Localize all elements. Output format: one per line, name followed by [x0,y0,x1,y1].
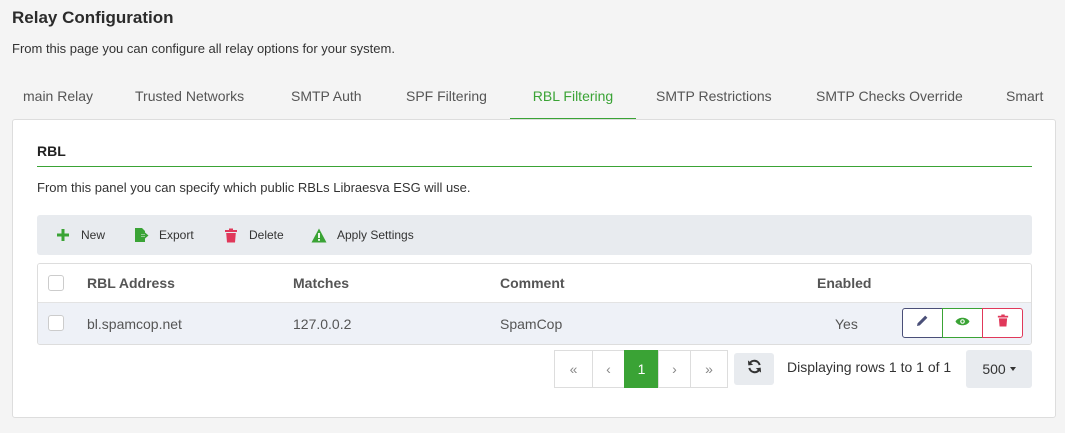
tab-smtp-restrictions[interactable]: SMTP Restrictions [656,76,772,120]
plus-icon [55,227,71,243]
row-checkbox[interactable] [48,315,64,331]
new-label: New [81,228,106,242]
panel-title: RBL [37,143,66,159]
export-file-icon [133,227,149,243]
column-header-enabled[interactable]: Enabled [817,264,871,303]
last-page-button[interactable]: » [690,350,728,388]
table-row[interactable]: bl.spamcop.net 127.0.0.2 SpamCop Yes [38,303,1031,344]
tab-trusted-networks[interactable]: Trusted Networks [135,76,244,120]
rbl-panel: RBL From this panel you can specify whic… [12,119,1056,418]
table-header: RBL Address Matches Comment Enabled [38,264,1031,303]
prev-page-button[interactable]: ‹ [592,350,625,388]
tab-smart[interactable]: Smart [1006,76,1043,120]
edit-row-button[interactable] [902,308,943,338]
apply-settings-button[interactable]: Apply Settings [311,215,414,255]
caret-down-icon [1009,367,1016,371]
page-description: From this page you can configure all rel… [12,41,395,56]
export-button[interactable]: Export [133,215,194,255]
column-header-rbl-address[interactable]: RBL Address [87,264,175,303]
view-row-button[interactable] [942,308,983,338]
page-title: Relay Configuration [12,8,174,27]
tab-bar: main Relay Trusted Networks SMTP Auth SP… [0,76,1065,120]
delete-button[interactable]: Delete [223,215,284,255]
new-button[interactable]: New [55,215,105,255]
rbl-table: RBL Address Matches Comment Enabled bl.s… [37,263,1032,345]
delete-row-button[interactable] [982,308,1023,338]
warning-icon [311,227,327,243]
matches-cell: 127.0.0.2 [293,316,352,332]
panel-divider [37,166,1032,167]
tab-smtp-auth[interactable]: SMTP Auth [291,76,362,120]
rows-info: Displaying rows 1 to 1 of 1 [787,359,952,375]
column-header-matches[interactable]: Matches [293,264,349,303]
refresh-icon [747,359,762,379]
tab-smtp-checks-override[interactable]: SMTP Checks Override [816,76,963,120]
page-size-select[interactable]: 500 [966,350,1032,388]
panel-description: From this panel you can specify which pu… [37,180,471,195]
first-page-button[interactable]: « [554,350,593,388]
column-header-comment[interactable]: Comment [500,264,565,303]
next-page-button[interactable]: › [658,350,691,388]
export-label: Export [159,228,194,242]
eye-icon [955,314,970,332]
tab-spf-filtering[interactable]: SPF Filtering [406,76,487,120]
tab-main-relay[interactable]: main Relay [23,76,93,120]
toolbar: New Export Delete Apply Settings [37,215,1032,255]
pencil-icon [916,314,929,332]
enabled-cell: Yes [835,316,858,332]
comment-cell: SpamCop [500,316,563,332]
refresh-button[interactable] [734,353,774,385]
rbl-address-cell: bl.spamcop.net [87,316,182,332]
select-all-checkbox[interactable] [48,275,64,291]
page-size-value: 500 [982,361,1006,377]
trash-icon [223,227,239,243]
tab-rbl-filtering[interactable]: RBL Filtering [510,76,636,120]
current-page-button[interactable]: 1 [624,350,659,388]
delete-label: Delete [249,228,284,242]
trash-icon [997,314,1009,332]
apply-settings-label: Apply Settings [337,228,414,242]
